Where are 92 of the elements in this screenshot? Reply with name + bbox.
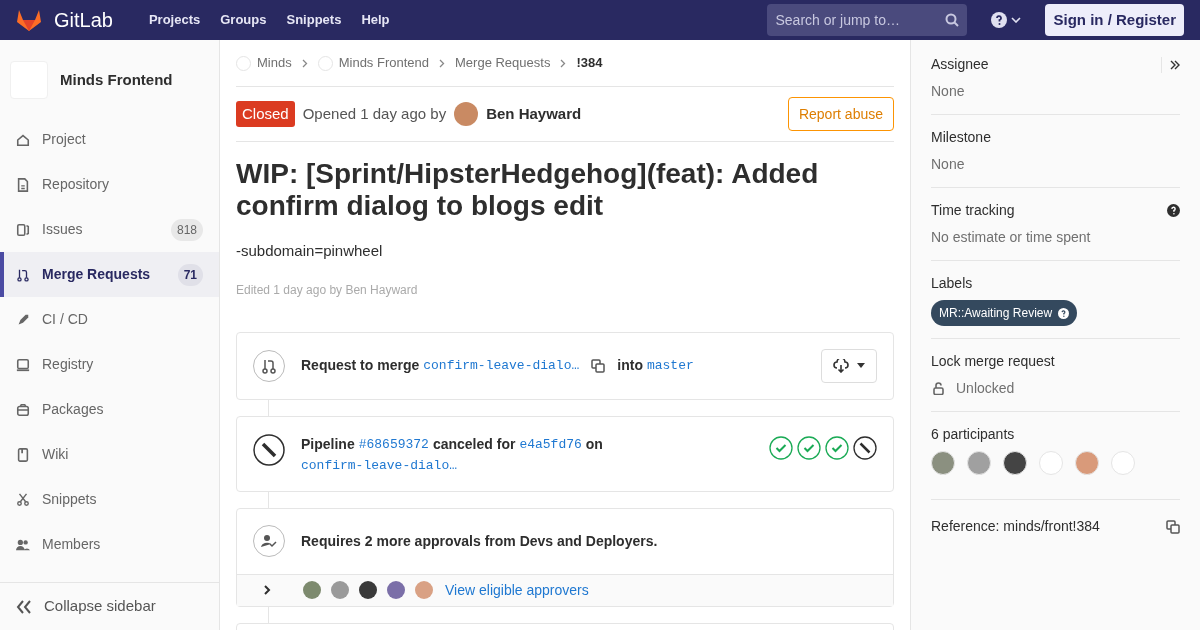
- description-text: -subdomain=pinwheel: [236, 241, 384, 261]
- brand-name[interactable]: GitLab: [54, 5, 113, 35]
- lock-status: Unlocked: [956, 379, 1015, 398]
- on-text: on: [585, 434, 603, 454]
- canceled-status-icon[interactable]: [853, 435, 877, 460]
- author-avatar: [454, 102, 479, 126]
- commit-link[interactable]: e4a5fd76: [519, 433, 582, 455]
- count-badge: 71: [177, 263, 203, 286]
- issues-icon: [16, 222, 30, 237]
- sidebar-item[interactable]: Snippets: [0, 477, 219, 522]
- package-icon: [16, 402, 30, 417]
- help-icon[interactable]: [1058, 307, 1070, 319]
- approver-avatar[interactable]: [359, 581, 377, 599]
- house-icon: [16, 132, 30, 147]
- sidebar-item[interactable]: Wiki: [0, 432, 219, 477]
- section-title: Lock merge request: [931, 352, 1056, 371]
- section-title: 6 participants: [931, 425, 1016, 444]
- check-circle-icon[interactable]: [797, 435, 821, 460]
- chevron-right-icon: [301, 58, 308, 68]
- breadcrumb-link[interactable]: Merge Requests: [455, 53, 551, 73]
- chevron-right-icon: [439, 58, 445, 68]
- sidebar-item[interactable]: Merge Requests 71: [0, 252, 219, 297]
- book-icon: [16, 447, 30, 462]
- fox-logo-icon[interactable]: [16, 8, 42, 32]
- merge-text: Request to merge: [301, 356, 420, 375]
- double-chevron-left-icon: [16, 599, 32, 614]
- report-abuse-button[interactable]: Report abuse: [787, 97, 894, 131]
- into-text: into: [617, 356, 643, 375]
- sidebar-item[interactable]: Packages: [0, 387, 219, 432]
- download-dropdown-button[interactable]: [821, 348, 877, 383]
- copy-icon[interactable]: [1166, 519, 1180, 534]
- nav-link[interactable]: Groups: [220, 10, 267, 30]
- participant-avatar[interactable]: [1003, 451, 1027, 475]
- opened-text: Opened 1 day ago by: [302, 103, 447, 124]
- scissors-icon: [16, 492, 30, 507]
- section-value: No estimate or time spent: [931, 228, 1092, 247]
- chevron-down-icon: [1011, 17, 1022, 23]
- project-name[interactable]: Minds Frontend: [60, 68, 173, 92]
- section-value: None: [931, 155, 966, 174]
- pipeline-link[interactable]: #68659372: [358, 433, 429, 455]
- document-icon: [16, 177, 30, 192]
- nav-link[interactable]: Projects: [148, 10, 201, 30]
- section-title: Assignee: [931, 55, 990, 74]
- help-icon[interactable]: [1167, 204, 1180, 217]
- sidebar-item[interactable]: Repository: [0, 162, 219, 207]
- sign-in-button[interactable]: Sign in / Register: [1045, 4, 1184, 36]
- nav-link[interactable]: Snippets: [286, 10, 342, 30]
- section-title: Milestone: [931, 128, 992, 147]
- pipeline-status-text: canceled for: [432, 434, 516, 454]
- view-approvers-link[interactable]: View eligible approvers: [445, 579, 589, 601]
- sidebar-item[interactable]: Members: [0, 522, 219, 567]
- section-title: Reference: minds/front!384: [931, 517, 1101, 536]
- merge-request-title: WIP: [Sprint/HipsterHedgehog](feat): Added confirm dialog to blogs edit: [236, 158, 820, 222]
- approvals-text: Requires 2 more approvals from Devs and Deployers.: [301, 531, 658, 551]
- help-dropdown[interactable]: [991, 12, 1022, 28]
- cloud-download-icon: [833, 358, 849, 373]
- breadcrumb-link[interactable]: Minds: [257, 53, 292, 73]
- chevron-right-icon[interactable]: [264, 585, 271, 595]
- count-badge: 818: [170, 218, 203, 241]
- copy-icon[interactable]: [591, 358, 606, 373]
- source-branch-link[interactable]: confirm-leave-dialo…: [423, 355, 580, 376]
- monitor-icon: [16, 357, 30, 372]
- collapse-sidebar-button[interactable]: Collapse sidebar: [0, 582, 219, 630]
- chevron-right-icon: [560, 58, 567, 68]
- caret-icon: [857, 363, 865, 368]
- breadcrumb-link[interactable]: !384: [576, 53, 603, 73]
- search-icon: [945, 13, 960, 27]
- nav-link[interactable]: Help: [361, 10, 390, 30]
- author-name[interactable]: Ben Hayward: [486, 102, 582, 126]
- search-field[interactable]: Search or jump to…: [767, 4, 968, 36]
- people-icon: [16, 537, 30, 552]
- branch-link[interactable]: confirm-leave-dialo…: [301, 454, 458, 476]
- merge-request-icon: [16, 267, 30, 282]
- sidebar-item[interactable]: Project: [0, 117, 219, 162]
- sidebar-item[interactable]: Issues 818: [0, 207, 219, 252]
- sidebar-item[interactable]: CI / CD: [0, 297, 219, 342]
- target-branch-link[interactable]: master: [646, 355, 694, 376]
- breadcrumb-link[interactable]: Minds Frontend: [338, 53, 429, 73]
- status-badge: Closed: [236, 100, 295, 128]
- pipeline-label: Pipeline: [301, 434, 355, 454]
- label-tag[interactable]: MR::Awaiting Review: [931, 300, 1078, 326]
- section-title: Labels: [931, 274, 974, 293]
- canceled-status-icon: [253, 433, 285, 466]
- edited-note: Edited 1 day ago by Ben Hayward: [236, 281, 419, 299]
- unlocked-padlock-icon: [933, 382, 944, 395]
- sidebar-item[interactable]: Registry: [0, 342, 219, 387]
- check-circle-icon[interactable]: [769, 435, 793, 460]
- section-title: Time tracking: [931, 201, 1016, 220]
- double-chevron-right-icon[interactable]: [1170, 59, 1180, 70]
- help-icon: [991, 12, 1008, 28]
- section-value: None: [931, 82, 966, 101]
- check-circle-icon[interactable]: [825, 435, 849, 460]
